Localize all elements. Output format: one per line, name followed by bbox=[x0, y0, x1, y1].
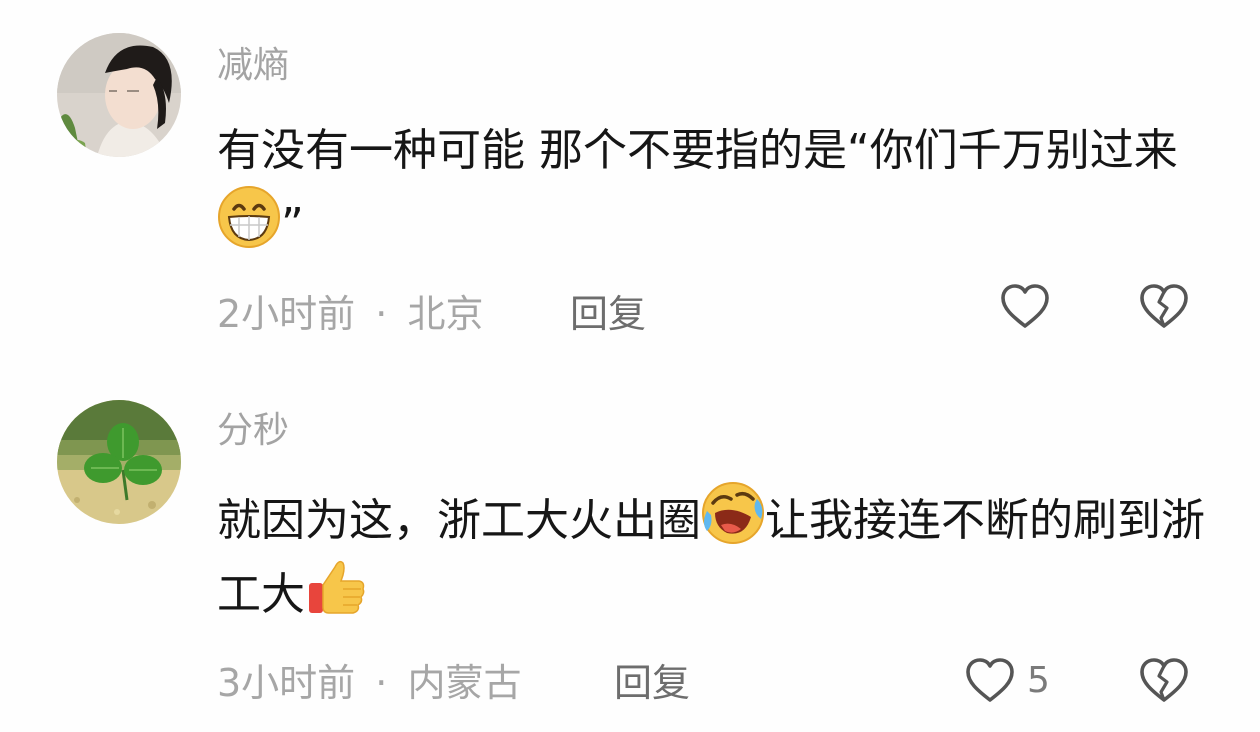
heart-outline-icon bbox=[1001, 284, 1049, 328]
broken-heart-icon bbox=[1140, 658, 1188, 702]
comment-meta: 3小时前 · 内蒙古 bbox=[217, 658, 521, 708]
dislike-button[interactable] bbox=[1137, 654, 1191, 708]
comment-location: 内蒙古 bbox=[407, 661, 522, 705]
reply-button[interactable]: 回复 bbox=[570, 289, 646, 339]
reply-button[interactable]: 回复 bbox=[614, 658, 690, 708]
comment-location: 北京 bbox=[407, 292, 484, 336]
like-button[interactable]: 5 bbox=[963, 654, 1050, 708]
comment-text-part: 有没有一种可能 那个不要指的是“你们千万别过来 bbox=[217, 125, 1178, 176]
like-count: 5 bbox=[1027, 660, 1050, 701]
comment-meta: 2小时前 · 北京 bbox=[217, 289, 483, 339]
comment-text-part: 就因为这，浙工大火出圈 bbox=[217, 495, 701, 546]
heart-outline-icon bbox=[966, 658, 1014, 702]
comment-text: 就因为这，浙工大火出圈 让我接连不断的刷到浙工大 bbox=[217, 481, 1227, 629]
like-button[interactable] bbox=[998, 280, 1062, 334]
broken-heart-icon bbox=[1140, 284, 1188, 328]
meta-separator: · bbox=[375, 661, 388, 705]
meta-separator: · bbox=[375, 292, 388, 336]
username[interactable]: 分秒 bbox=[217, 409, 289, 453]
user-avatar[interactable] bbox=[57, 33, 181, 157]
comment-text-part: ” bbox=[281, 199, 304, 250]
grinning-face-icon bbox=[217, 185, 281, 249]
username[interactable]: 减熵 bbox=[217, 44, 289, 88]
comment-time: 3小时前 bbox=[217, 661, 356, 705]
comment-time: 2小时前 bbox=[217, 292, 356, 336]
clover-avatar-icon bbox=[57, 400, 181, 524]
user-avatar[interactable] bbox=[57, 400, 181, 524]
dislike-button[interactable] bbox=[1137, 280, 1191, 334]
portrait-avatar-icon bbox=[57, 33, 181, 157]
comment-text: 有没有一种可能 那个不要指的是“你们千万别过来 ” bbox=[217, 117, 1227, 259]
rofl-face-icon bbox=[701, 481, 765, 545]
thumbs-up-icon bbox=[305, 555, 369, 619]
comment-item: 分秒 就因为这，浙工大火出圈 让我接连不断的刷到浙工大 3小时前 · 内蒙古 回… bbox=[0, 370, 1260, 732]
comment-item: 减熵 有没有一种可能 那个不要指的是“你们千万别过来 ” 2小时前 · 北京 回… bbox=[0, 0, 1260, 360]
